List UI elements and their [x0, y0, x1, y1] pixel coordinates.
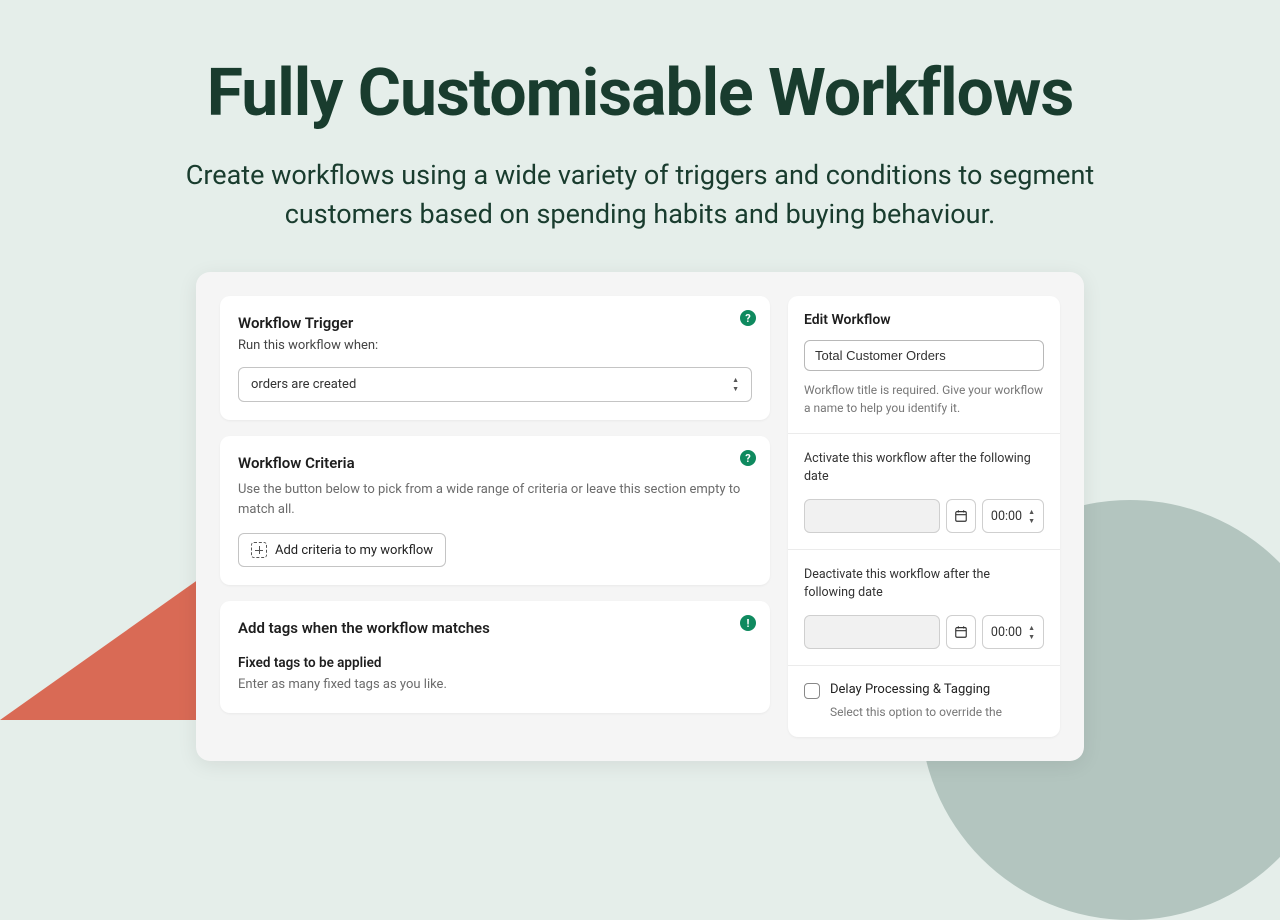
add-criteria-label: Add criteria to my workflow — [275, 543, 433, 558]
page-subtitle: Create workflows using a wide variety of… — [130, 156, 1150, 234]
workflow-title-input[interactable] — [804, 340, 1044, 371]
trigger-subtitle: Run this workflow when: — [238, 338, 752, 353]
help-icon[interactable]: ? — [740, 450, 756, 466]
trigger-title: Workflow Trigger — [238, 314, 752, 332]
fixed-tags-desc: Enter as many fixed tags as you like. — [238, 675, 752, 695]
tags-title: Add tags when the workflow matches — [238, 619, 752, 637]
calendar-icon — [954, 509, 968, 523]
chevron-updown-icon: ▲▼ — [732, 376, 739, 393]
activate-time-input[interactable]: 00:00 ▲▼ — [982, 499, 1044, 533]
activate-calendar-button[interactable] — [946, 499, 976, 533]
criteria-desc: Use the button below to pick from a wide… — [238, 480, 752, 519]
workflow-title-help: Workflow title is required. Give your wo… — [804, 381, 1044, 417]
workflow-trigger-card: ? Workflow Trigger Run this workflow whe… — [220, 296, 770, 420]
chevron-updown-icon: ▲▼ — [1028, 508, 1035, 525]
deactivate-time-value: 00:00 — [991, 625, 1022, 640]
calendar-icon — [954, 625, 968, 639]
page-title: Fully Customisable Workflows — [0, 55, 1280, 132]
activate-label: Activate this workflow after the followi… — [804, 450, 1044, 485]
delay-processing-help: Select this option to override the — [830, 703, 1044, 721]
add-tags-card: ! Add tags when the workflow matches Fix… — [220, 601, 770, 713]
edit-workflow-title: Edit Workflow — [804, 312, 1044, 328]
workflow-criteria-card: ? Workflow Criteria Use the button below… — [220, 436, 770, 585]
help-icon[interactable]: ? — [740, 310, 756, 326]
deactivate-label: Deactivate this workflow after the follo… — [804, 566, 1044, 601]
workflow-builder-panel: ? Workflow Trigger Run this workflow whe… — [196, 272, 1084, 761]
alert-icon[interactable]: ! — [740, 615, 756, 631]
delay-processing-label: Delay Processing & Tagging — [830, 682, 990, 697]
chevron-updown-icon: ▲▼ — [1028, 624, 1035, 641]
trigger-select[interactable]: orders are created ▲▼ — [238, 367, 752, 402]
criteria-title: Workflow Criteria — [238, 454, 752, 472]
delay-processing-checkbox[interactable] — [804, 683, 820, 699]
activate-time-value: 00:00 — [991, 509, 1022, 524]
fixed-tags-title: Fixed tags to be applied — [238, 655, 752, 671]
edit-workflow-card: Edit Workflow Workflow title is required… — [788, 296, 1060, 737]
deactivate-time-input[interactable]: 00:00 ▲▼ — [982, 615, 1044, 649]
activate-date-input[interactable] — [804, 499, 940, 533]
add-criteria-button[interactable]: Add criteria to my workflow — [238, 533, 446, 567]
deactivate-calendar-button[interactable] — [946, 615, 976, 649]
trigger-select-value: orders are created — [251, 377, 356, 392]
deactivate-date-input[interactable] — [804, 615, 940, 649]
add-criteria-icon — [251, 542, 267, 558]
